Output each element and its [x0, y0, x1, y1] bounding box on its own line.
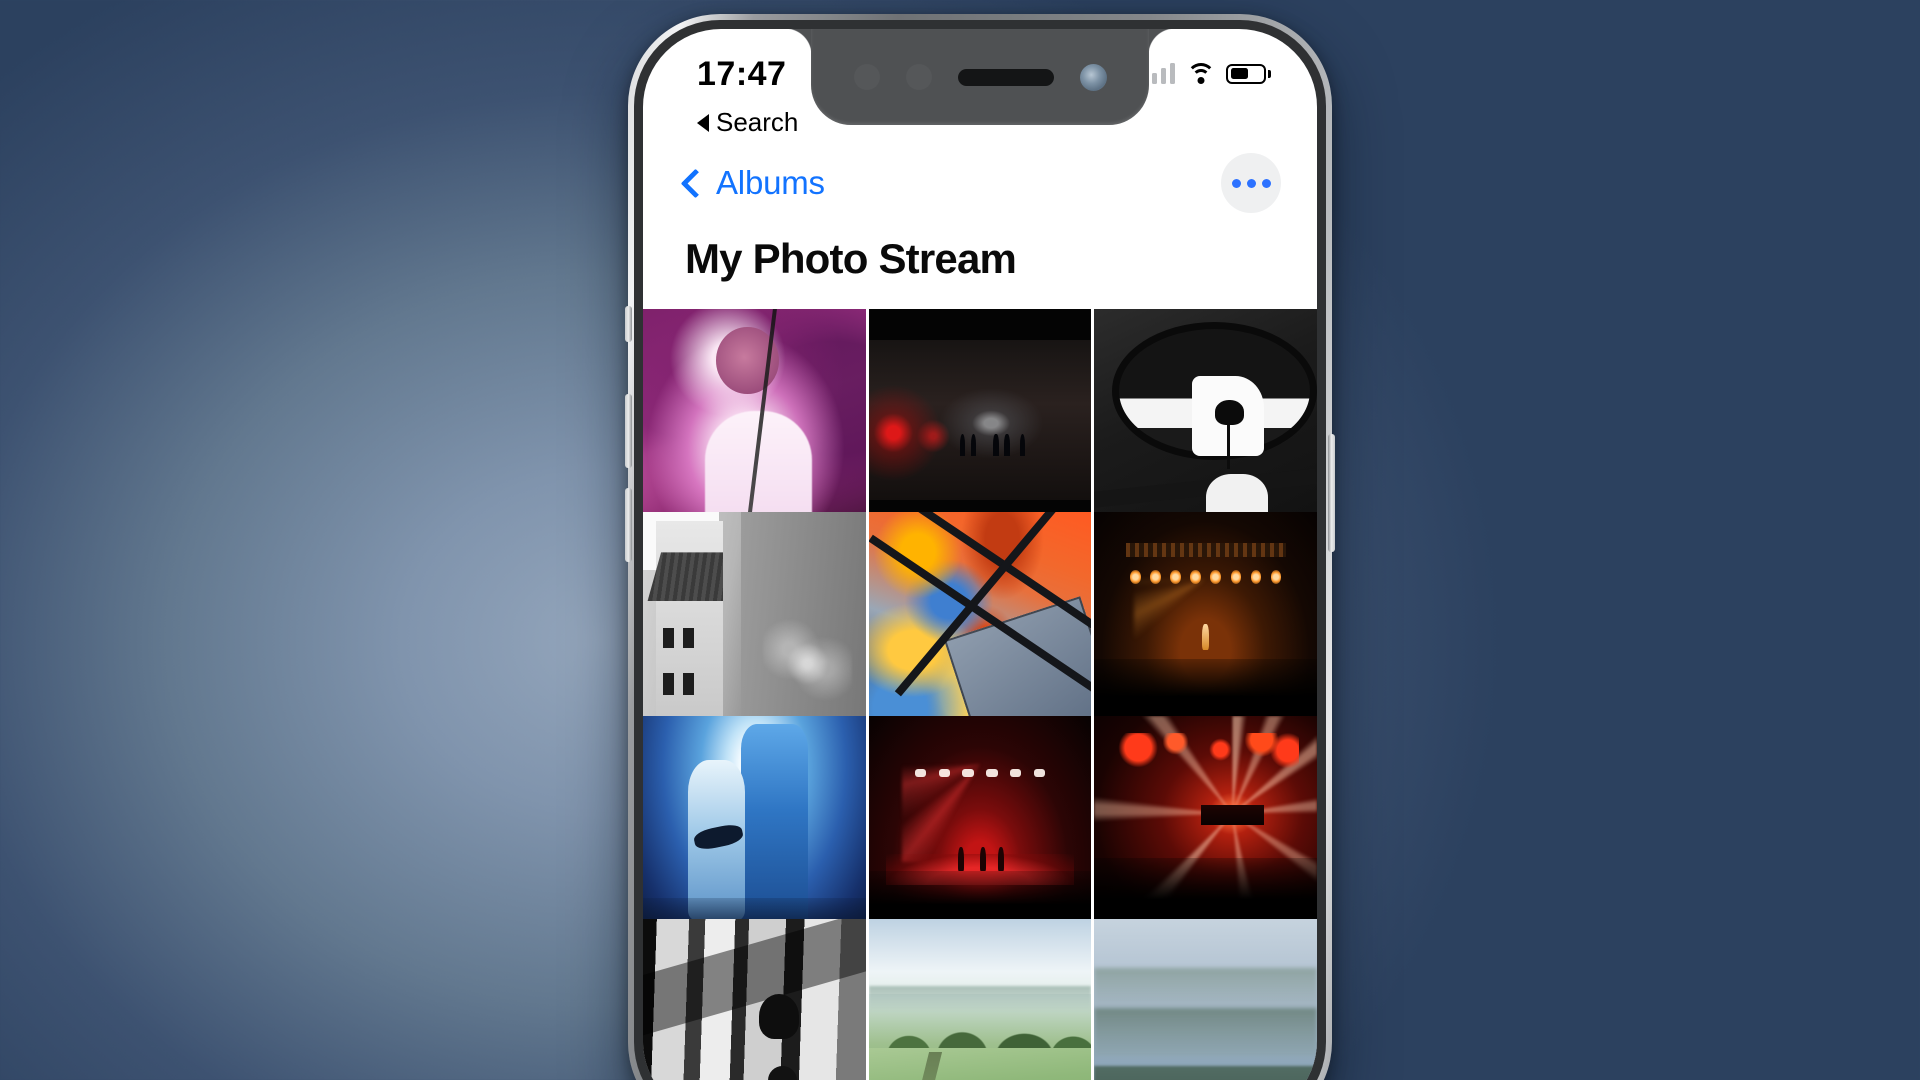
photo-thumbnail[interactable]	[1094, 512, 1317, 735]
photo-image	[643, 512, 866, 735]
photo-thumbnail[interactable]	[1094, 715, 1317, 939]
mute-switch-button[interactable]	[625, 306, 632, 342]
photo-image	[643, 715, 866, 939]
chevron-left-icon	[680, 168, 711, 198]
photo-thumbnail[interactable]	[643, 918, 866, 1080]
proximity-sensor-icon	[854, 64, 880, 90]
photo-thumbnail[interactable]	[1094, 918, 1317, 1080]
photo-image	[868, 512, 1092, 735]
volume-down-button[interactable]	[625, 488, 632, 562]
photo-image	[1094, 309, 1317, 532]
back-button-label: Albums	[716, 164, 825, 201]
battery-fill	[1230, 68, 1248, 79]
battery-icon	[1226, 63, 1271, 84]
photo-image	[643, 309, 866, 532]
ambient-light-sensor-icon	[906, 64, 932, 90]
status-bar-right	[1142, 57, 1271, 84]
back-button[interactable]: Albums	[679, 164, 825, 202]
volume-up-button[interactable]	[625, 394, 632, 468]
photo-thumbnail[interactable]	[643, 512, 866, 735]
ellipsis-icon	[1246, 178, 1256, 188]
ellipsis-icon	[1231, 178, 1241, 188]
phone-screen: 17:47 Search Albums My Photo Stream	[643, 29, 1317, 1080]
photo-image	[868, 918, 1092, 1080]
back-to-app-button[interactable]: Search	[697, 107, 798, 138]
notch	[785, 29, 1175, 125]
more-options-button[interactable]	[1221, 153, 1281, 213]
photo-thumbnail[interactable]	[868, 512, 1092, 735]
photo-image	[1094, 918, 1317, 1080]
photo-thumbnail[interactable]	[868, 715, 1092, 939]
wifi-icon	[1186, 63, 1215, 84]
photo-image	[868, 715, 1092, 939]
power-button[interactable]	[1328, 434, 1335, 552]
navigation-bar: Albums My Photo Stream	[643, 125, 1317, 301]
ellipsis-icon	[1261, 178, 1271, 188]
photo-thumbnail[interactable]	[643, 309, 866, 532]
earpiece-speaker-icon	[957, 68, 1054, 86]
page-title: My Photo Stream	[685, 235, 1017, 282]
photo-image	[643, 918, 866, 1080]
status-time: 17:47	[697, 55, 787, 93]
back-to-app-label: Search	[716, 107, 799, 137]
photo-grid[interactable]	[643, 309, 1317, 1080]
photo-image	[868, 309, 1092, 532]
photo-thumbnail[interactable]	[868, 918, 1092, 1080]
back-triangle-icon	[697, 113, 709, 132]
photo-image	[1094, 512, 1317, 735]
photo-thumbnail[interactable]	[1094, 309, 1317, 532]
photo-thumbnail[interactable]	[643, 715, 866, 939]
photo-image	[1094, 715, 1317, 939]
navigation-row: Albums	[679, 153, 1281, 213]
phone-bezel: 17:47 Search Albums My Photo Stream	[634, 20, 1326, 1080]
phone-device: 17:47 Search Albums My Photo Stream	[625, 14, 1335, 1080]
front-camera-icon	[1079, 63, 1107, 91]
status-bar-left: 17:47 Search	[697, 57, 798, 138]
photo-thumbnail[interactable]	[868, 309, 1092, 532]
